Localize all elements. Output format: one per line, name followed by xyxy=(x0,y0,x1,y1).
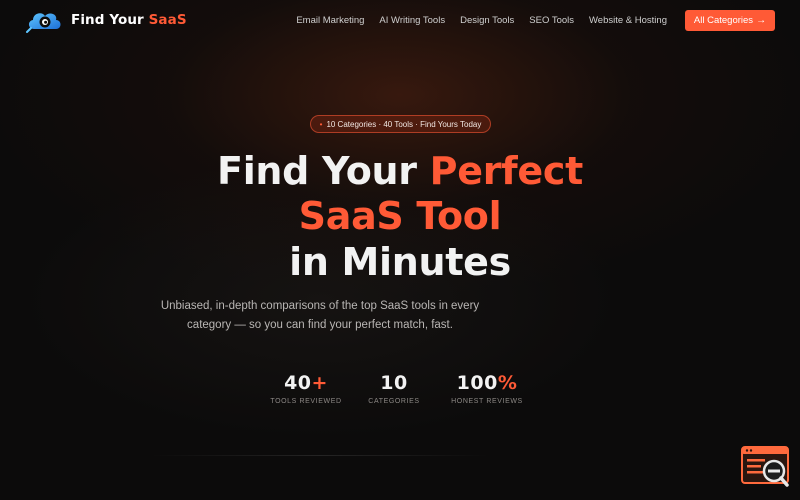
nav-seo-tools[interactable]: SEO Tools xyxy=(529,15,574,26)
browser-search-icon[interactable] xyxy=(741,446,793,490)
brand-name-main: Find Your xyxy=(71,12,149,28)
hero-title-line-1-main: Find Your xyxy=(217,149,430,193)
hero-title-line-1-accent: Perfect xyxy=(429,149,584,193)
hero-subtitle-line-2: category — so you can find your perfect … xyxy=(187,319,453,331)
badge-text: 10 Categories · 40 Tools · Find Yours To… xyxy=(326,119,482,129)
stat-honest-reviews: 100% HONEST REVIEWS xyxy=(432,372,542,405)
section-divider xyxy=(150,455,490,456)
stat-suffix: + xyxy=(311,372,328,394)
all-categories-button[interactable]: All Categories → xyxy=(685,9,775,31)
site-header: Find Your SaaS Email Marketing AI Writin… xyxy=(0,0,800,40)
cloud-eye-icon xyxy=(25,7,65,33)
stat-number: 100 xyxy=(456,372,498,394)
hero-title-line-1: Find Your Perfect xyxy=(0,149,800,193)
stat-label: HONEST REVIEWS xyxy=(451,398,523,405)
hero-badge: • 10 Categories · 40 Tools · Find Yours … xyxy=(310,115,491,133)
hero-title-line-2: SaaS Tool xyxy=(298,194,502,238)
nav-email-marketing[interactable]: Email Marketing xyxy=(296,15,364,26)
nav-design-tools[interactable]: Design Tools xyxy=(460,15,514,26)
brand-name-accent: SaaS xyxy=(148,12,187,28)
brand-logo[interactable]: Find Your SaaS xyxy=(25,7,187,33)
hero-title-line-3: in Minutes xyxy=(289,240,511,284)
brand-name: Find Your SaaS xyxy=(71,12,187,28)
arrow-right-icon: → xyxy=(756,14,767,26)
stat-suffix: % xyxy=(497,372,518,394)
badge-dot-icon: • xyxy=(319,119,323,129)
all-categories-label: All Categories xyxy=(693,14,754,26)
nav-website-hosting[interactable]: Website & Hosting xyxy=(589,15,667,26)
nav-ai-writing-tools[interactable]: AI Writing Tools xyxy=(379,15,445,26)
main-nav: Email Marketing AI Writing Tools Design … xyxy=(296,15,667,26)
stat-number: 10 xyxy=(380,372,408,394)
stat-number: 40 xyxy=(284,372,312,394)
hero-subtitle-line-1: Unbiased, in-depth comparisons of the to… xyxy=(160,300,480,312)
stat-value: 100% xyxy=(432,372,542,394)
